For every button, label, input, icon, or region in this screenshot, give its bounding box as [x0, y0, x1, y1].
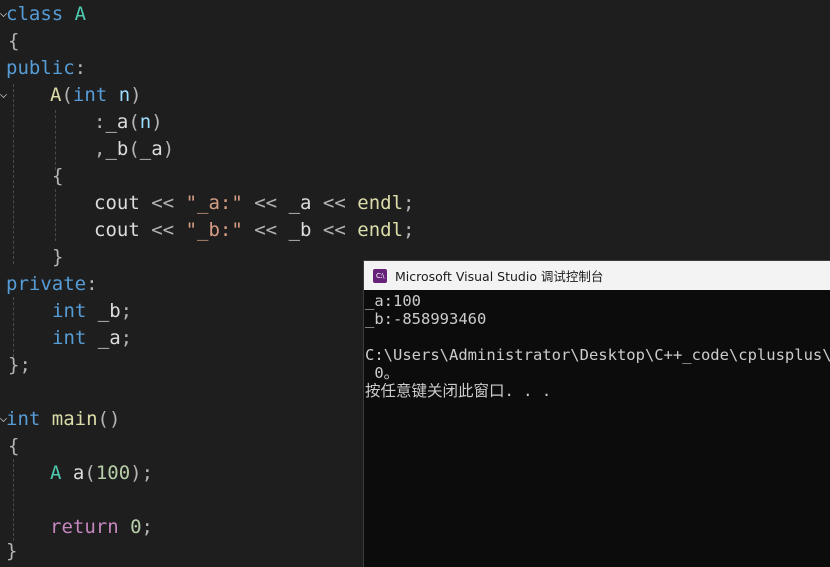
code-line[interactable]: }; — [8, 352, 31, 379]
code-line[interactable]: int _a; — [52, 325, 132, 352]
string-literal: "_b:" — [185, 219, 243, 241]
debug-console-window[interactable]: C:\ Microsoft Visual Studio 调试控制台 _a:100… — [363, 260, 830, 567]
semicolon: ; — [403, 219, 415, 241]
endl: endl — [357, 192, 404, 214]
semicolon: ; — [120, 300, 133, 322]
paren: ) — [162, 138, 175, 160]
number-literal: 0 — [130, 516, 142, 538]
operator: << — [322, 219, 346, 241]
type-keyword: int — [72, 84, 108, 106]
paren: ) — [151, 111, 163, 133]
console-output-line: _a:100 — [365, 292, 421, 310]
stream-object: cout — [94, 192, 140, 214]
class-name: A — [74, 3, 87, 25]
colon: : — [86, 273, 98, 295]
paren: ( — [61, 84, 73, 106]
brace: }; — [8, 354, 31, 376]
type-keyword: int — [52, 327, 87, 349]
colon: : — [94, 111, 106, 133]
brace: { — [8, 435, 20, 457]
member: _b — [105, 138, 129, 160]
code-line[interactable]: } — [52, 244, 63, 271]
code-line[interactable]: cout << "_b:" << _b << endl; — [94, 217, 414, 244]
operator: << — [254, 219, 278, 241]
paren: ( — [84, 462, 96, 484]
indent-guide — [13, 297, 14, 357]
code-line[interactable]: A(int n) — [50, 82, 142, 109]
member: _b — [288, 219, 312, 241]
code-line[interactable]: class A — [6, 1, 86, 28]
code-line[interactable]: ,_b(_a) — [94, 136, 174, 163]
keyword: class — [6, 3, 64, 25]
semicolon: ; — [403, 192, 415, 214]
paren: ( — [128, 138, 140, 160]
access-specifier: private — [6, 273, 87, 295]
code-line[interactable]: public: — [6, 55, 86, 82]
comma: , — [94, 138, 106, 160]
member: _a — [97, 327, 121, 349]
indent-guide — [55, 189, 56, 241]
paren: ); — [130, 462, 154, 484]
console-output-line: 按任意键关闭此窗口. . . — [365, 382, 552, 400]
operator: << — [151, 192, 175, 214]
variable: a — [72, 462, 85, 484]
type-keyword: int — [6, 408, 41, 430]
brace: } — [6, 540, 18, 562]
console-output-line: 0。 — [365, 364, 400, 382]
code-line[interactable]: cout << "_a:" << _a << endl; — [94, 190, 414, 217]
stream-object: cout — [94, 219, 140, 241]
code-line[interactable]: int _b; — [52, 298, 132, 325]
code-line[interactable]: { — [8, 433, 19, 460]
console-output-line: _b:-858993460 — [365, 310, 487, 328]
code-line[interactable]: private: — [6, 271, 98, 298]
code-line[interactable]: int main() — [6, 406, 120, 433]
number-literal: 100 — [95, 462, 131, 484]
class-name: A — [50, 462, 62, 484]
code-line[interactable]: :_a(n) — [94, 109, 163, 136]
parameter: n — [118, 84, 131, 106]
member: _a — [288, 192, 312, 214]
indent-guide — [13, 459, 14, 541]
code-line[interactable]: return 0; — [50, 514, 153, 541]
string-literal: "_a:" — [185, 192, 243, 214]
operator: << — [254, 192, 278, 214]
keyword: return — [50, 516, 119, 538]
fold-chevron-icon[interactable] — [0, 91, 6, 99]
console-output-line: C:\Users\Administrator\Desktop\C++_code\… — [365, 346, 830, 364]
function-name: main — [51, 408, 98, 430]
endl: endl — [357, 219, 404, 241]
indent-guide — [13, 84, 14, 264]
semicolon: ; — [120, 327, 133, 349]
paren: ) — [130, 84, 142, 106]
code-line[interactable]: { — [8, 28, 19, 55]
code-line[interactable]: { — [52, 163, 63, 190]
operator: << — [322, 192, 346, 214]
code-line[interactable]: A a(100); — [50, 460, 153, 487]
semicolon: ; — [141, 516, 153, 538]
visual-studio-console-icon: C:\ — [373, 268, 387, 283]
console-title: Microsoft Visual Studio 调试控制台 — [395, 269, 604, 284]
paren: () — [97, 408, 121, 430]
member: _b — [97, 300, 121, 322]
access-specifier: public — [6, 57, 75, 79]
brace: { — [52, 165, 64, 187]
brace: } — [52, 246, 64, 268]
member: _a — [105, 111, 129, 133]
colon: : — [74, 57, 87, 79]
code-line[interactable]: } — [6, 538, 17, 565]
paren: ( — [128, 111, 140, 133]
indent-guide — [55, 110, 56, 170]
type-keyword: int — [52, 300, 87, 322]
brace: { — [8, 30, 20, 52]
argument: n — [139, 111, 152, 133]
console-titlebar[interactable]: C:\ Microsoft Visual Studio 调试控制台 — [364, 261, 830, 290]
constructor-name: A — [50, 84, 62, 106]
operator: << — [151, 219, 175, 241]
argument: _a — [139, 138, 163, 160]
